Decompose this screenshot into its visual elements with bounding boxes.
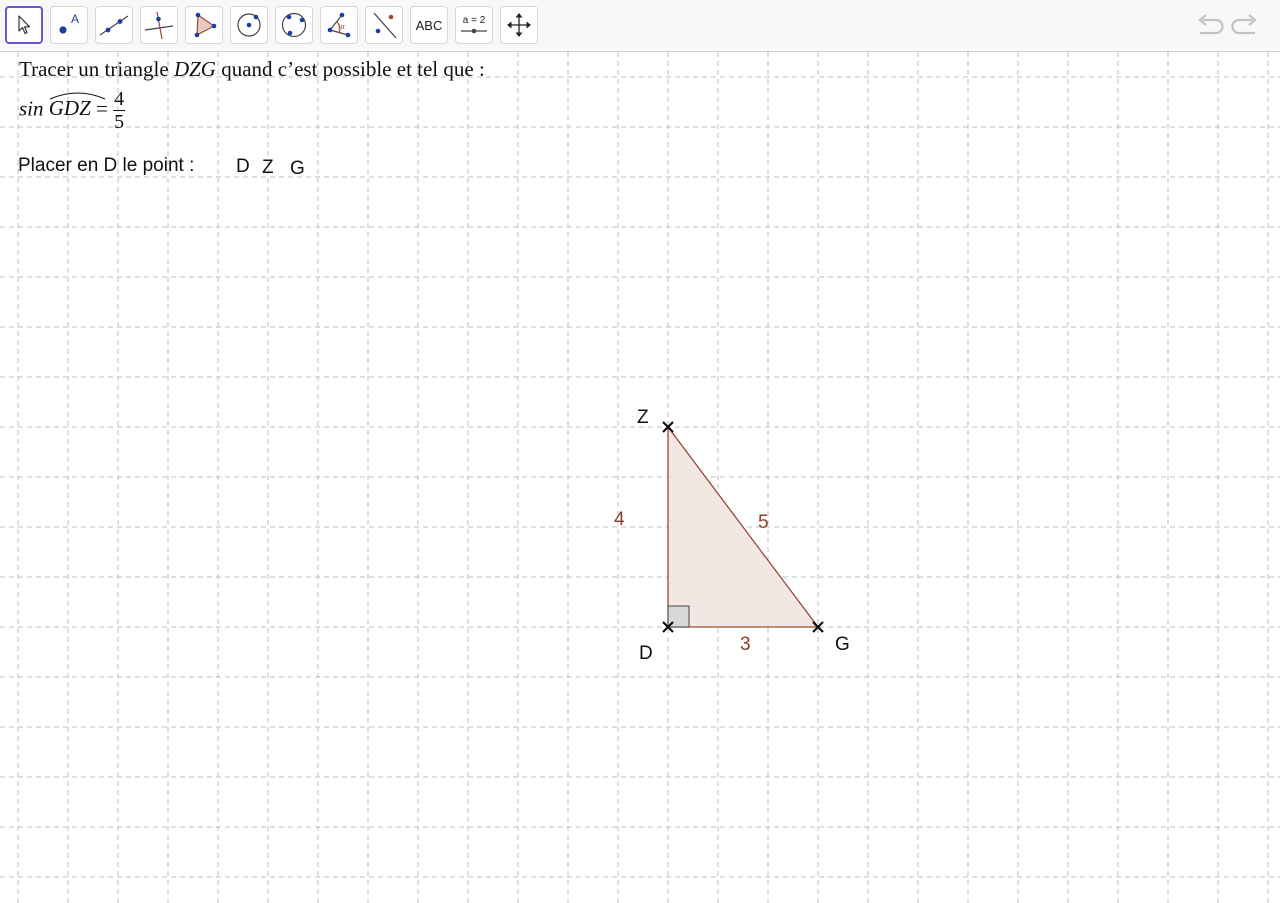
angle-tool-button[interactable]: α (320, 6, 358, 44)
line-through-points-icon (99, 15, 129, 36)
polygon-icon (194, 12, 217, 38)
polygon-tool-button[interactable] (185, 6, 223, 44)
line-tool-button[interactable] (95, 6, 133, 44)
vertex-label-z: Z (637, 407, 649, 428)
slider-icon: a = 2 (461, 15, 487, 34)
perpendicular-tool-button[interactable] (140, 6, 178, 44)
cursor-arrow-icon (18, 15, 31, 35)
vertex-label-d: D (639, 643, 653, 664)
point-tool-button[interactable]: A (50, 6, 88, 44)
svg-text:a = 2: a = 2 (463, 15, 486, 26)
graphics-view[interactable]: Tracer un triangle DZG quand c’est possi… (0, 52, 1280, 903)
text-tool-icon: ABC (415, 17, 443, 33)
side-length-zg: 5 (758, 512, 769, 533)
move-graphics-view-icon (507, 13, 531, 37)
slider-tool-button[interactable]: a = 2 (455, 6, 493, 44)
circle-center-point-icon (237, 13, 261, 37)
reflect-tool-button[interactable] (365, 6, 403, 44)
text-tool-button[interactable]: ABC (410, 6, 448, 44)
undo-icon (1198, 14, 1224, 35)
move-tool-button[interactable] (5, 6, 43, 44)
circle-three-points-tool-button[interactable] (275, 6, 313, 44)
redo-icon (1231, 14, 1257, 35)
toolbar: A α ABC a = 2 (0, 0, 1280, 52)
circle-tool-button[interactable] (230, 6, 268, 44)
angle-icon: α (327, 12, 351, 38)
triangle-dzg[interactable] (667, 425, 820, 628)
move-graphics-view-tool-button[interactable] (500, 6, 538, 44)
triangle-construction (662, 421, 824, 633)
geogebra-app: A α ABC a = 2 Tracer un triangle DZG qua… (0, 0, 1280, 903)
side-length-dz: 4 (614, 509, 625, 530)
undo-button[interactable] (1193, 12, 1225, 40)
reflect-about-line-icon (373, 12, 397, 39)
svg-text:α: α (341, 22, 346, 31)
perpendicular-line-icon (144, 11, 174, 40)
side-length-dg: 3 (740, 634, 751, 655)
vertex-label-g: G (835, 634, 850, 655)
redo-button[interactable] (1230, 12, 1262, 40)
circle-three-points-icon (281, 12, 307, 38)
point-icon: A (59, 12, 79, 34)
svg-text:A: A (71, 12, 79, 26)
